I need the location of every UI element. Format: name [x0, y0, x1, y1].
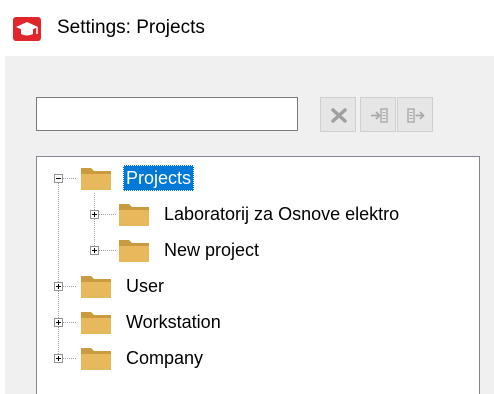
import-icon [371, 108, 388, 123]
tree-item-lab-project[interactable]: Laboratorij za Osnove elektro [161, 201, 402, 227]
tree-item-company[interactable]: Company [123, 345, 206, 371]
folder-icon [81, 168, 111, 190]
user-expand-toggle[interactable] [54, 282, 63, 291]
lab-project-expand-toggle[interactable] [90, 210, 99, 219]
export-icon [407, 108, 425, 123]
company-expand-toggle[interactable] [54, 354, 63, 363]
settings-tree[interactable]: Projects Laboratorij za Osnove elektro N… [36, 156, 480, 394]
tree-item-new-project[interactable]: New project [161, 237, 262, 263]
import-button[interactable] [360, 97, 396, 132]
tree-item-user[interactable]: User [123, 273, 167, 299]
settings-panel: Projects Laboratorij za Osnove elektro N… [5, 56, 494, 394]
search-input[interactable] [36, 97, 298, 131]
window-title: Settings: Projects [57, 17, 205, 38]
export-button[interactable] [397, 97, 433, 132]
graduation-cap-app-icon [13, 17, 41, 41]
clear-x-icon [331, 108, 347, 123]
folder-icon [119, 204, 149, 226]
tree-item-projects[interactable]: Projects [123, 165, 195, 191]
workstation-expand-toggle[interactable] [54, 318, 63, 327]
folder-icon [81, 276, 111, 298]
new-project-expand-toggle[interactable] [90, 246, 99, 255]
projects-collapse-toggle[interactable] [54, 174, 63, 183]
tree-item-workstation[interactable]: Workstation [123, 309, 224, 335]
folder-icon [81, 348, 111, 370]
folder-icon [119, 240, 149, 262]
title-bar: Settings: Projects [0, 0, 494, 56]
clear-button[interactable] [320, 97, 356, 132]
folder-icon [81, 312, 111, 334]
